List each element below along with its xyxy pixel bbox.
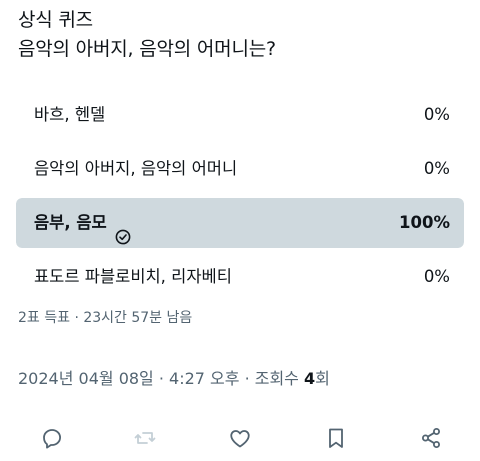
reply-icon[interactable] xyxy=(38,424,66,452)
post-datetime[interactable]: 2024년 04월 08일 · 4:27 오후 · 조회수 xyxy=(18,369,304,388)
poll-option-3[interactable]: 음부, 음모 100% xyxy=(16,198,464,248)
like-icon[interactable] xyxy=(226,424,254,452)
post-text: 상식 퀴즈 음악의 아버지, 음악의 어머니는? xyxy=(18,6,276,64)
poll-option-label: 바흐, 헨델 xyxy=(34,105,106,124)
poll-option-4[interactable]: 표도르 파블로비치, 리자베티 0% xyxy=(16,252,464,302)
poll-option-label: 음악의 아버지, 음악의 어머니 xyxy=(34,159,238,178)
poll-option-label: 음부, 음모 xyxy=(34,213,107,232)
post-title: 상식 퀴즈 xyxy=(18,9,93,31)
check-circle-icon xyxy=(115,215,131,245)
poll: 바흐, 헨델 0% 음악의 아버지, 음악의 어머니 0% 음부, 음모 100… xyxy=(16,90,464,306)
poll-option-percent: 0% xyxy=(423,105,450,124)
post-question: 음악의 아버지, 음악의 어머니는? xyxy=(18,38,276,60)
poll-meta: 2표 득표 · 23시간 57분 남음 xyxy=(18,310,193,326)
poll-option-percent: 0% xyxy=(423,159,450,178)
poll-option-1[interactable]: 바흐, 헨델 0% xyxy=(16,90,464,140)
action-bar xyxy=(0,418,480,458)
poll-option-2[interactable]: 음악의 아버지, 음악의 어머니 0% xyxy=(16,144,464,194)
poll-option-label: 표도르 파블로비치, 리자베티 xyxy=(34,267,232,286)
retweet-icon xyxy=(131,424,159,452)
poll-option-percent: 100% xyxy=(399,213,450,232)
view-count-suffix: 회 xyxy=(315,369,330,388)
bookmark-icon[interactable] xyxy=(322,424,350,452)
share-icon[interactable] xyxy=(417,424,445,452)
post-timestamp: 2024년 04월 08일 · 4:27 오후 · 조회수 4회 xyxy=(18,365,330,389)
poll-option-percent: 0% xyxy=(423,267,450,286)
view-count: 4 xyxy=(304,369,316,388)
